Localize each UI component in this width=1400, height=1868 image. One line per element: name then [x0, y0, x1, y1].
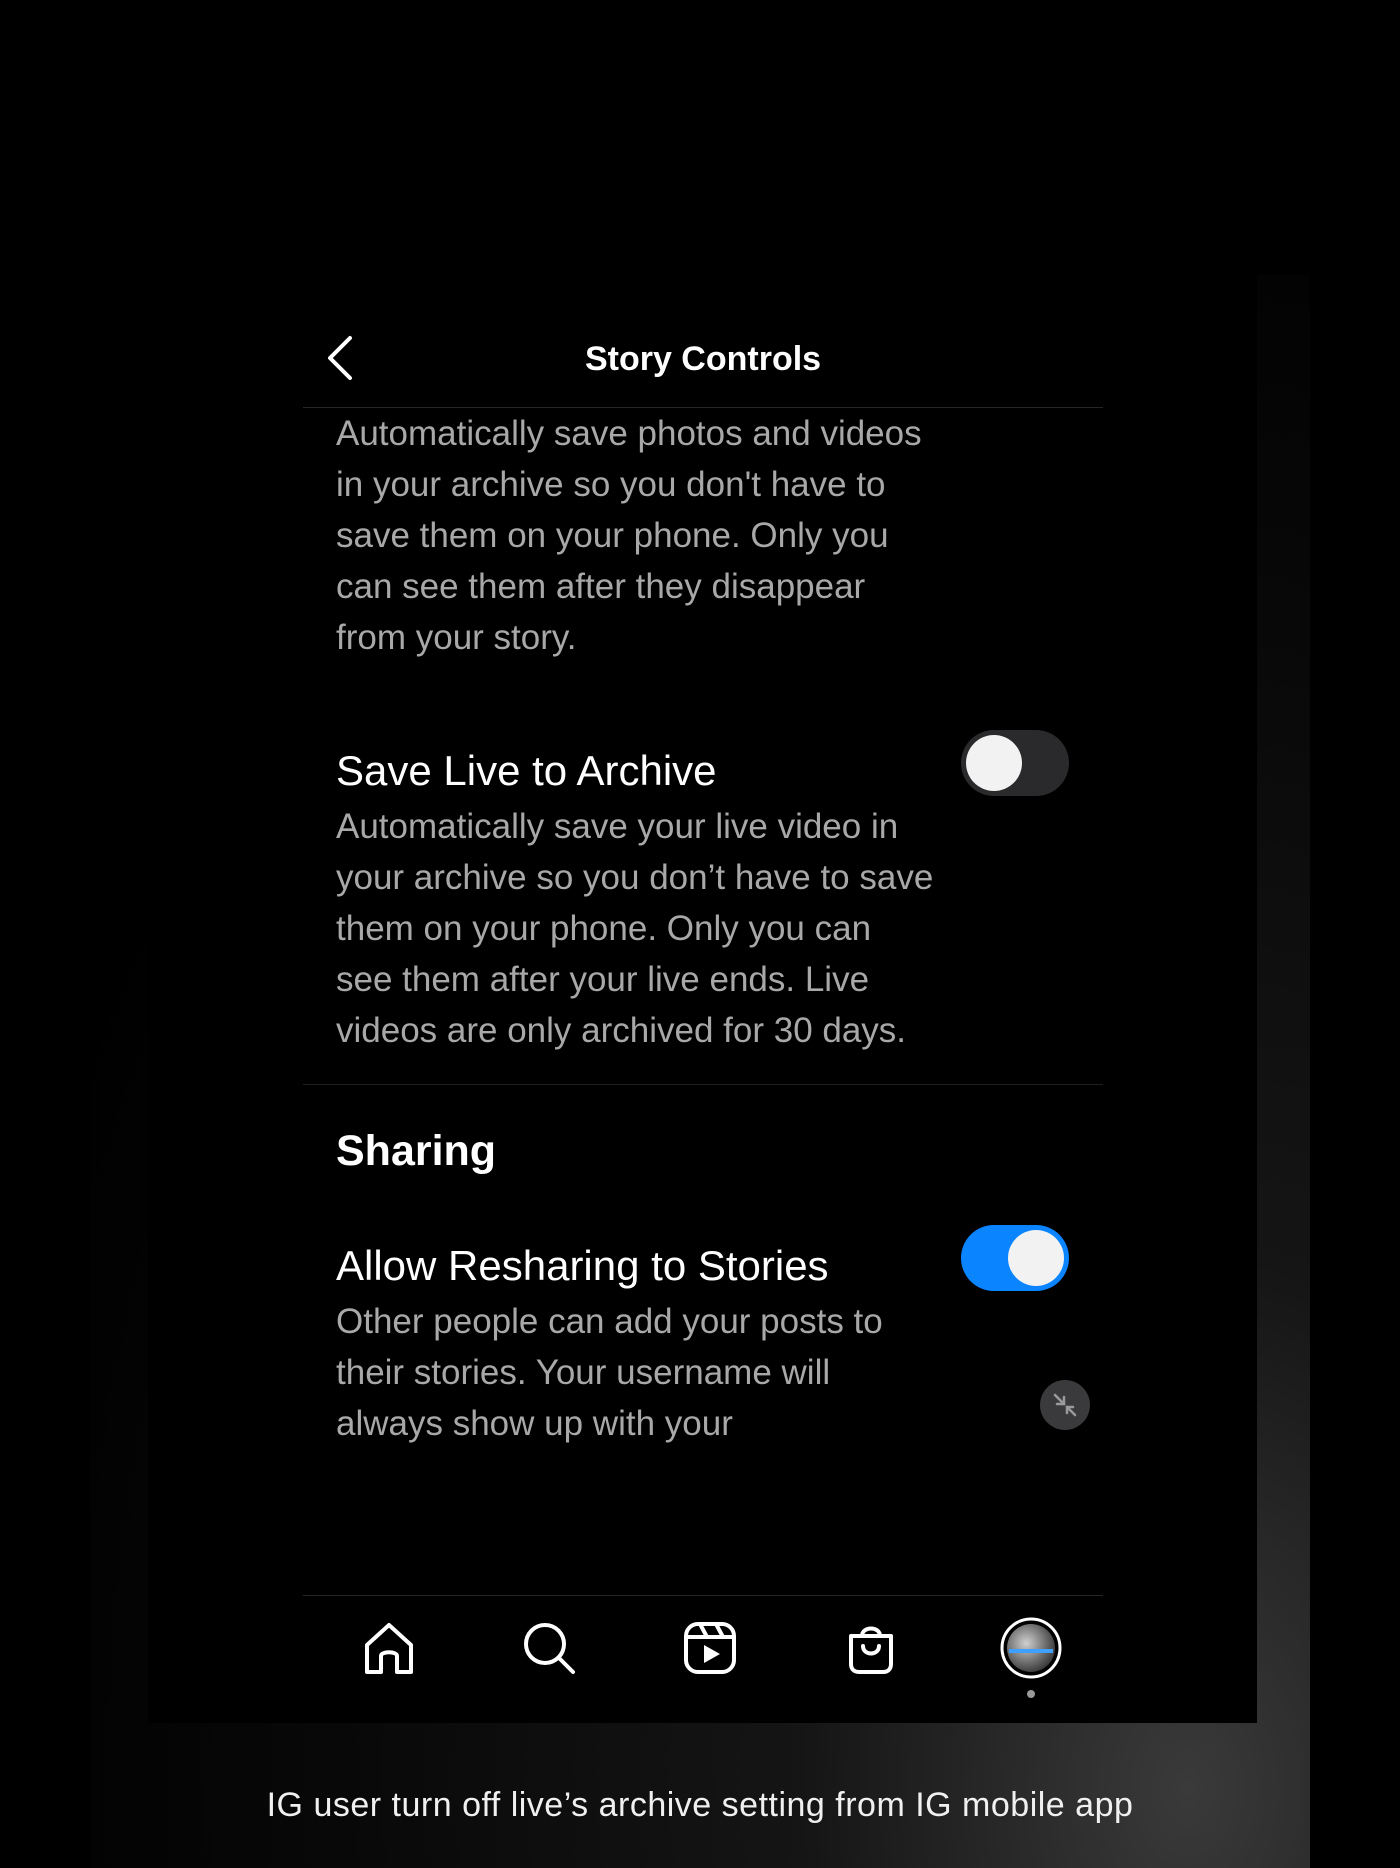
page-title: Story Controls	[584, 340, 822, 378]
tab-reels[interactable]	[678, 1616, 742, 1680]
minimize-button[interactable]	[1040, 1380, 1090, 1430]
shop-icon	[849, 1626, 893, 1674]
settings-list[interactable]: Automatically save photos and videos in …	[303, 408, 1103, 1468]
minimize-arrows-icon	[1053, 1393, 1077, 1417]
top-bar: Story Controls	[303, 275, 1103, 408]
phone-screen: Story Controls Automatically save photos…	[148, 275, 1257, 1723]
home-icon	[365, 1623, 413, 1674]
allow-resharing-toggle[interactable]	[961, 1225, 1069, 1291]
tab-search[interactable]	[517, 1616, 581, 1680]
sharing-section-title: Sharing	[336, 1127, 497, 1175]
video-caption: IG user turn off live’s archive setting …	[266, 1786, 1134, 1824]
tab-home[interactable]	[357, 1616, 421, 1680]
toggle-knob	[1008, 1230, 1064, 1286]
search-icon	[524, 1623, 575, 1674]
chevron-left-icon	[328, 336, 352, 380]
save-live-archive-title: Save Live to Archive	[336, 747, 717, 794]
reels-icon	[684, 1622, 736, 1674]
story-archive-description: Automatically save photos and videos in …	[336, 414, 922, 657]
active-tab-indicator	[1027, 1690, 1035, 1698]
allow-resharing-title: Allow Resharing to Stories	[336, 1242, 829, 1289]
bottom-tab-bar	[303, 1595, 1103, 1723]
allow-resharing-description: Other people can add your posts to their…	[336, 1302, 883, 1443]
toggle-knob	[966, 735, 1022, 791]
divider	[303, 1084, 1103, 1085]
back-button[interactable]	[318, 330, 362, 386]
save-live-archive-description: Automatically save your live video in yo…	[336, 807, 934, 1050]
tab-profile[interactable]	[999, 1616, 1063, 1698]
save-live-archive-toggle[interactable]	[961, 730, 1069, 796]
profile-avatar	[1000, 1617, 1062, 1679]
tab-shop[interactable]	[839, 1616, 903, 1680]
